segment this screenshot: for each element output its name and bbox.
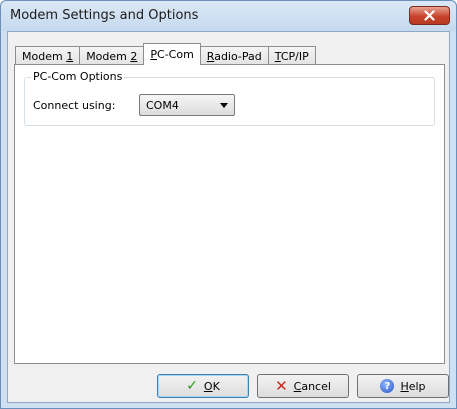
tab-strip: Modem 1 Modem 2 PC-Com Radio-Pad TCP/IP (15, 43, 316, 65)
tab-label: Modem (86, 50, 131, 63)
tab-label-accel: 1 (66, 50, 74, 63)
tab-label-accel: 2 (130, 50, 138, 63)
tab-label: C-Com (157, 48, 194, 61)
chevron-down-icon (220, 103, 228, 108)
help-label: Help (400, 379, 426, 393)
tab-label: adio-Pad (214, 50, 262, 63)
ok-label: OK (203, 379, 220, 393)
cancel-button[interactable]: ✕ Cancel (257, 374, 349, 398)
group-title: PC-Com Options (31, 70, 125, 83)
window-title: Modem Settings and Options (10, 8, 199, 23)
title-bar[interactable]: Modem Settings and Options (1, 1, 456, 31)
tab-modem-1[interactable]: Modem 1 (15, 46, 81, 65)
help-button[interactable]: ? Help (357, 374, 449, 398)
connect-using-label: Connect using: (33, 99, 116, 112)
close-icon (424, 10, 435, 21)
tab-pc-com[interactable]: PC-Com (143, 43, 201, 65)
ok-button[interactable]: ✓ OK (157, 374, 249, 398)
pc-com-options-group: PC-Com Options Connect using: COM4 (24, 70, 435, 126)
tab-radio-pad[interactable]: Radio-Pad (199, 46, 269, 65)
tab-modem-2[interactable]: Modem 2 (79, 46, 145, 65)
dialog-window: Modem Settings and Options Modem 1 Modem… (0, 0, 457, 409)
check-icon: ✓ (186, 378, 198, 394)
help-icon: ? (380, 379, 395, 393)
close-button[interactable] (409, 6, 450, 25)
x-icon: ✕ (275, 376, 288, 395)
tab-panel-pc-com: PC-Com Options Connect using: COM4 (14, 64, 445, 364)
tab-tcp-ip[interactable]: TCP/IP (267, 46, 316, 65)
connect-using-select[interactable]: COM4 (139, 94, 235, 116)
connect-using-value: COM4 (146, 99, 179, 112)
dialog-client-area: Modem 1 Modem 2 PC-Com Radio-Pad TCP/IP … (7, 31, 450, 403)
tab-label: CP/IP (280, 50, 309, 63)
cancel-label: Cancel (293, 379, 331, 393)
tab-label: Modem (22, 50, 67, 63)
